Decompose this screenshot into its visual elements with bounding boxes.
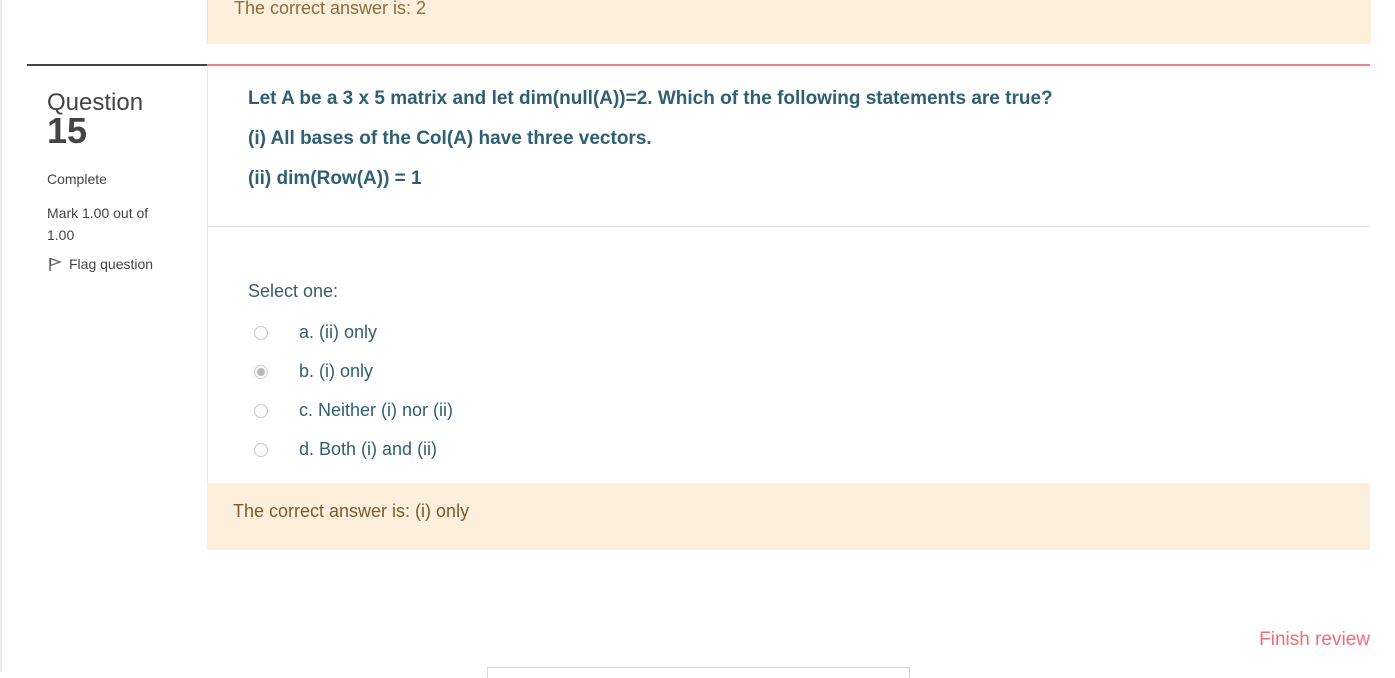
answer-option-a[interactable]: a. (ii) only	[254, 313, 453, 352]
question-text-line: Let A be a 3 x 5 matrix and let dim(null…	[248, 88, 1053, 109]
question-text: Let A be a 3 x 5 matrix and let dim(null…	[248, 88, 1348, 208]
radio-button-a[interactable]	[254, 325, 268, 340]
answer-option-d[interactable]: d. Both (i) and (ii)	[254, 430, 453, 469]
question-state: Complete	[47, 171, 107, 187]
question-text-line: (i) All bases of the Col(A) have three v…	[248, 128, 652, 149]
flag-question-button[interactable]: Flag question	[47, 256, 197, 272]
previous-feedback-text: The correct answer is: 2	[234, 0, 427, 18]
flag-icon	[49, 257, 62, 271]
answer-options: a. (ii) only b. (i) only c. Neither (i) …	[254, 313, 453, 469]
finish-review-link[interactable]: Finish review	[1259, 629, 1370, 651]
answer-option-b[interactable]: b. (i) only	[254, 352, 453, 391]
radio-button-c[interactable]	[254, 403, 268, 418]
flag-question-label: Flag question	[69, 256, 154, 272]
question-mark: Mark 1.00 out of 1.00	[47, 205, 149, 243]
answer-feedback: The correct answer is: (i) only	[207, 483, 1370, 550]
question-number: 15	[47, 110, 88, 151]
answer-option-c[interactable]: c. Neither (i) nor (ii)	[254, 391, 453, 430]
answer-label-a: a. (ii) only	[299, 322, 378, 342]
question-separator-right	[207, 64, 1370, 66]
question-text-line: (ii) dim(Row(A)) = 1	[248, 168, 422, 189]
correct-answer-text: The correct answer is: (i) only	[233, 501, 470, 521]
content-left-border	[207, 66, 208, 484]
radio-button-d[interactable]	[254, 442, 268, 457]
bottom-navigation-box	[487, 667, 910, 678]
answer-label-b: b. (i) only	[299, 361, 374, 381]
radio-button-b[interactable]	[254, 364, 268, 379]
question-divider	[208, 226, 1370, 227]
question-separator-left	[27, 64, 207, 66]
page-left-rail	[0, 0, 2, 672]
answer-label-c: c. Neither (i) nor (ii)	[299, 400, 454, 420]
answer-label-d: d. Both (i) and (ii)	[299, 439, 438, 459]
question-info: Question 15 Complete Mark 1.00 out of 1.…	[47, 88, 197, 272]
select-one-prompt: Select one:	[248, 281, 339, 301]
previous-question-feedback: The correct answer is: 2	[207, 0, 1371, 44]
